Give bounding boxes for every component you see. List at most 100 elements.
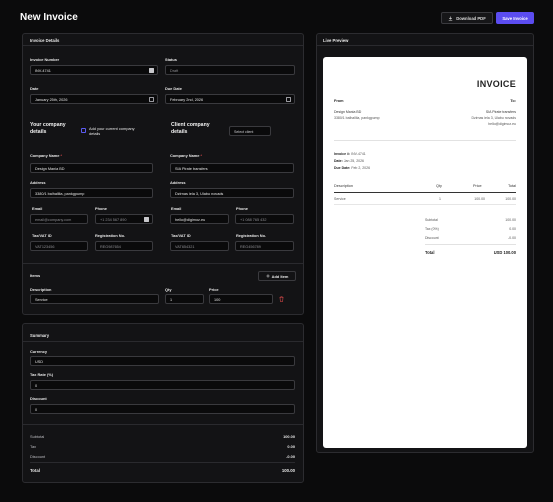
company-email-input[interactable]: email@company.com bbox=[30, 214, 88, 224]
preview-due-value: Feb 2, 2026 bbox=[351, 166, 371, 170]
add-current-company-checkbox[interactable] bbox=[81, 128, 86, 133]
preview-invoice-no-value: INV-4741 bbox=[351, 152, 366, 156]
due-date-input[interactable]: February 2nd, 2026 bbox=[165, 94, 295, 104]
status-label: Status bbox=[165, 57, 177, 62]
company-tax-label: Tax/VAT ID bbox=[32, 233, 52, 238]
required-asterisk: * bbox=[60, 153, 63, 158]
client-email-input[interactable]: hello@digimoz.eu bbox=[170, 214, 229, 224]
trash-icon[interactable] bbox=[279, 296, 284, 302]
company-details-heading: Your company details bbox=[30, 122, 66, 135]
currency-select[interactable]: USD bbox=[30, 356, 295, 366]
date-input[interactable]: January 25th, 2026 bbox=[30, 94, 158, 104]
company-name-input[interactable]: Design Mania BD bbox=[30, 163, 153, 173]
preview-col-total: Total bbox=[507, 184, 516, 188]
due-date-label: Due Date bbox=[165, 86, 182, 91]
item-description-header: Description bbox=[30, 287, 52, 292]
preview-row-total: 100.00 bbox=[505, 197, 516, 201]
download-pdf-button[interactable]: Download PDF bbox=[441, 12, 493, 24]
tax-rate-input[interactable]: 0 bbox=[30, 380, 295, 390]
company-tax-input[interactable]: VAT123456 bbox=[30, 241, 88, 251]
company-phone-label: Phone bbox=[95, 206, 107, 211]
company-name-label-text: Company Name bbox=[30, 153, 60, 158]
client-phone-label: Phone bbox=[236, 206, 248, 211]
client-address-input[interactable]: Dzirnas iela 3, Ulabu novads bbox=[170, 188, 294, 198]
select-client-label: Select client bbox=[234, 129, 254, 134]
client-name-label-text: Company Name bbox=[170, 153, 200, 158]
company-address-label: Address bbox=[30, 180, 46, 185]
preview-discount-label: Discount bbox=[425, 236, 439, 240]
company-phone-input[interactable]: +1 234 567 890 bbox=[95, 214, 153, 224]
company-email-label: Email bbox=[32, 206, 43, 211]
preview-to-name: SIA Pirate transfers bbox=[485, 110, 516, 114]
company-reg-input[interactable]: REG987654 bbox=[95, 241, 153, 251]
calendar-icon[interactable] bbox=[286, 97, 291, 102]
items-divider bbox=[23, 263, 303, 264]
preview-date: Date: Jan 25, 2026 bbox=[334, 159, 364, 163]
contact-card-icon bbox=[144, 217, 149, 222]
calendar-icon[interactable] bbox=[149, 97, 154, 102]
preview-from-name: Design Mania BD bbox=[334, 110, 362, 114]
preview-doc-title: INVOICE bbox=[476, 79, 516, 89]
preview-col-qty: Qty bbox=[436, 184, 442, 188]
item-price-header: Price bbox=[209, 287, 219, 292]
preview-col-description: Description bbox=[334, 184, 353, 188]
total-divider bbox=[30, 462, 295, 463]
client-address-label: Address bbox=[170, 180, 186, 185]
discount-input[interactable]: 0 bbox=[30, 404, 295, 414]
company-heading-line2: details bbox=[30, 128, 47, 135]
status-field[interactable]: Draft bbox=[165, 65, 295, 75]
item-description-input[interactable]: Service bbox=[30, 294, 159, 304]
calendar-icon bbox=[149, 68, 154, 73]
add-current-line2: details bbox=[89, 131, 101, 136]
preview-total-rule bbox=[425, 244, 516, 245]
invoice-number-input[interactable]: INV-4741 bbox=[30, 65, 158, 75]
item-qty-header: Qty bbox=[165, 287, 172, 292]
invoice-number-label: Invoice Number bbox=[30, 57, 60, 62]
company-reg-label: Registration No. bbox=[95, 233, 126, 238]
page-title: New Invoice bbox=[20, 12, 78, 23]
download-icon bbox=[448, 16, 453, 21]
preview-row-description: Service bbox=[334, 197, 346, 201]
total-label: Total bbox=[30, 468, 40, 473]
preview-total-value: USD 100.00 bbox=[493, 250, 516, 255]
add-item-button[interactable]: Add Item bbox=[258, 271, 296, 281]
subtotal-label: Subtotal bbox=[30, 434, 45, 439]
preview-discount-value: -0.00 bbox=[508, 236, 516, 240]
required-asterisk: * bbox=[200, 153, 203, 158]
preview-subtotal-label: Subtotal bbox=[425, 218, 438, 222]
preview-row-rule bbox=[334, 204, 516, 205]
company-phone-value: +1 234 567 890 bbox=[100, 217, 127, 222]
preview-row-qty: 1 bbox=[439, 197, 441, 201]
currency-label: Currency bbox=[30, 349, 48, 354]
discount-row-value: -0.00 bbox=[286, 454, 295, 459]
live-preview-heading: Live Preview bbox=[317, 34, 533, 46]
discount-row-label: Discount bbox=[30, 454, 46, 459]
save-invoice-button[interactable]: Save Invoice bbox=[496, 12, 534, 24]
select-client-dropdown[interactable]: Select client bbox=[229, 126, 271, 136]
tax-rate-label: Tax Rate (%) bbox=[30, 372, 54, 377]
preview-to-email: hello@digimoz.eu bbox=[488, 122, 516, 126]
client-heading-line1: Client company bbox=[171, 122, 210, 128]
invoice-details-heading: Invoice Details bbox=[23, 34, 303, 46]
preview-date-value: Jan 25, 2026 bbox=[343, 159, 364, 163]
add-current-company-label: Add your current company details bbox=[89, 126, 135, 136]
plus-icon bbox=[266, 274, 270, 278]
item-price-input[interactable]: 100 bbox=[209, 294, 273, 304]
preview-from-label: From bbox=[334, 99, 344, 103]
item-qty-input[interactable]: 1 bbox=[165, 294, 204, 304]
preview-divider-1 bbox=[334, 140, 516, 141]
company-address-input[interactable]: 3380/1 balhallila, pankgpump bbox=[30, 188, 153, 198]
client-phone-input[interactable]: +1 088 765 432 bbox=[235, 214, 294, 224]
preview-to-address: Dzirnas iela 3, Ulabu novads bbox=[471, 116, 516, 120]
preview-tax-value: 0.00 bbox=[509, 227, 516, 231]
client-tax-label: Tax/VAT ID bbox=[171, 233, 191, 238]
due-date-value: February 2nd, 2026 bbox=[170, 97, 204, 102]
preview-due-date: Due Date: Feb 2, 2026 bbox=[334, 166, 370, 170]
client-reg-input[interactable]: REG456789 bbox=[235, 241, 294, 251]
client-tax-input[interactable]: VAT654321 bbox=[170, 241, 229, 251]
preview-to-label: To: bbox=[510, 99, 516, 103]
summary-card bbox=[22, 323, 304, 483]
preview-due-label: Due Date: bbox=[334, 166, 351, 170]
subtotal-value: 100.00 bbox=[283, 434, 295, 439]
client-name-input[interactable]: SIA Pirate transfers bbox=[170, 163, 294, 173]
